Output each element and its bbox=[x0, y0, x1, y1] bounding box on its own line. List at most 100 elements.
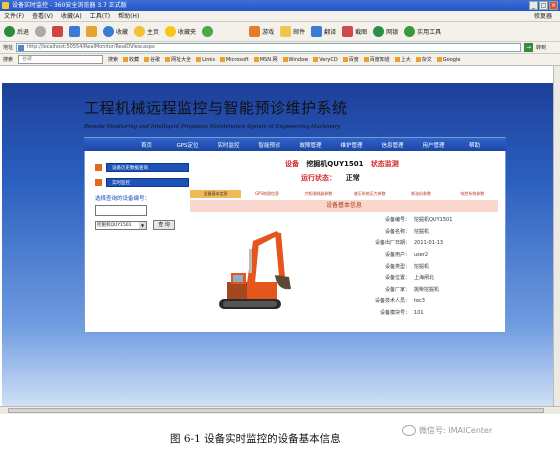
address-label: 地址 bbox=[3, 45, 14, 51]
nav-user[interactable]: 用户管理 bbox=[413, 141, 454, 149]
nav-help[interactable]: 帮助 bbox=[454, 141, 495, 149]
fav-item-6[interactable]: Window bbox=[282, 57, 308, 63]
device-select[interactable]: 挖掘机QUY1501 ▼ bbox=[95, 221, 147, 230]
scroll-thumb[interactable] bbox=[8, 408, 544, 413]
forward-arrow-icon bbox=[35, 26, 47, 37]
tools-button[interactable]: 实用工具 bbox=[404, 25, 441, 39]
menu-view[interactable]: 查看(V) bbox=[32, 11, 53, 21]
info-row: 设备名称： 挖掘机 bbox=[384, 228, 430, 235]
history-query-button[interactable]: 设备历史数据查询 bbox=[106, 163, 189, 172]
side-item-history[interactable]: 设备历史数据查询 bbox=[95, 163, 189, 172]
fav-item-11[interactable]: 杂文 bbox=[415, 56, 432, 63]
repair-link[interactable]: 修复器 bbox=[534, 11, 552, 22]
fav-item-5[interactable]: MSN 网 bbox=[253, 56, 278, 63]
nav-home[interactable]: 首页 bbox=[126, 141, 167, 149]
menu-tools[interactable]: 工具(T) bbox=[90, 11, 110, 21]
close-button[interactable]: × bbox=[549, 1, 558, 10]
vertical-scrollbar[interactable] bbox=[553, 66, 560, 406]
wechat-icon bbox=[402, 425, 416, 436]
mail-icon bbox=[280, 26, 292, 37]
screenshot-button[interactable]: 截图 bbox=[342, 25, 367, 39]
realtime-monitor-button[interactable]: 实时监控 bbox=[106, 178, 189, 187]
stop-icon bbox=[52, 26, 64, 37]
nav-maintenance[interactable]: 维护管理 bbox=[331, 141, 372, 149]
search-button[interactable]: 搜索 bbox=[108, 56, 118, 63]
menu-favorites[interactable]: 收藏(A) bbox=[61, 11, 82, 21]
address-input[interactable]: http://localhost:50554/RealMonitor/RealD… bbox=[16, 43, 522, 52]
favorite-icon bbox=[342, 57, 348, 62]
fav-item-8[interactable]: 百度 bbox=[342, 56, 359, 63]
horizontal-scrollbar[interactable] bbox=[0, 406, 560, 414]
nav-fault[interactable]: 故障管理 bbox=[290, 141, 331, 149]
undo-button[interactable]: 收藏 bbox=[103, 25, 128, 39]
favorite-icon bbox=[219, 57, 225, 62]
tab-torque-limiter[interactable]: 力矩限制器参数 bbox=[293, 190, 344, 198]
translate-button[interactable]: 翻译 bbox=[311, 25, 336, 39]
device-header: 设备 挖掘机QUY1501 状态监测 bbox=[285, 160, 399, 168]
tools-icon bbox=[404, 26, 416, 37]
fav-item-10[interactable]: 上大 bbox=[394, 56, 411, 63]
fav-item-9[interactable]: 百度知道 bbox=[363, 56, 390, 63]
nav-info[interactable]: 信息管理 bbox=[372, 141, 413, 149]
stop-button[interactable] bbox=[52, 25, 64, 39]
maximize-button[interactable]: □ bbox=[539, 1, 548, 10]
side-item-realtime[interactable]: 实时监控 bbox=[95, 178, 189, 187]
figure-caption: 图 6-1 设备实时监控的设备基本信息 bbox=[170, 433, 341, 445]
tab-basic-info[interactable]: 设备基本信息 bbox=[190, 190, 242, 198]
forward-button[interactable] bbox=[35, 25, 47, 39]
favorite-icon bbox=[253, 57, 259, 62]
go-button[interactable]: → bbox=[524, 43, 534, 52]
menu-bar: 文件(F) 查看(V) 收藏(A) 工具(T) 帮助(H) 修复器 bbox=[0, 11, 560, 22]
refresh-button[interactable] bbox=[69, 25, 81, 39]
fav-item-4[interactable]: Microsoft bbox=[219, 57, 249, 63]
query-label: 选择查询的设备编号： bbox=[95, 196, 151, 202]
homepage-button[interactable]: 主页 bbox=[134, 25, 159, 39]
bank-button[interactable]: 网银 bbox=[373, 25, 398, 39]
minimize-button[interactable]: _ bbox=[529, 1, 538, 10]
clock-icon bbox=[202, 26, 214, 37]
favorite-icon bbox=[196, 57, 202, 62]
chevron-down-icon[interactable]: ▼ bbox=[139, 222, 146, 229]
fav-item-2[interactable]: 网址大全 bbox=[165, 56, 191, 63]
tab-electric-control[interactable]: 电控系统参数 bbox=[447, 190, 498, 198]
star-icon bbox=[165, 26, 177, 37]
home-icon bbox=[86, 26, 98, 37]
tab-diesel[interactable]: 柴油机参数 bbox=[395, 190, 446, 198]
nav-realtime[interactable]: 实时监控 bbox=[208, 141, 249, 149]
favorite-icon bbox=[123, 57, 129, 62]
page-icon bbox=[18, 45, 25, 51]
fav-item-3[interactable]: Links bbox=[196, 57, 215, 63]
orange-square-icon bbox=[95, 164, 102, 171]
device-name: 挖掘机QUY1501 bbox=[306, 160, 364, 168]
nav-gps[interactable]: GPS定位 bbox=[167, 141, 208, 149]
fav-item-7[interactable]: VeryCD bbox=[313, 57, 338, 63]
games-button[interactable]: 游戏 bbox=[249, 25, 274, 39]
search-label: 搜索 bbox=[3, 57, 14, 63]
menu-help[interactable]: 帮助(H) bbox=[118, 11, 139, 21]
go-label[interactable]: 转到 bbox=[536, 44, 546, 51]
mail-button[interactable]: 邮件 bbox=[280, 25, 305, 39]
back-button[interactable]: 后退 bbox=[4, 25, 29, 39]
device-select-value: 挖掘机QUY1501 bbox=[97, 223, 132, 228]
favorite-icon bbox=[313, 57, 319, 62]
history-button[interactable] bbox=[202, 25, 214, 39]
query-button[interactable]: 查 询 bbox=[153, 220, 175, 230]
info-tabs: 设备基本信息 GPS地理信息 力矩限制器参数 液压系统压力参数 柴油机参数 电控… bbox=[190, 190, 498, 198]
excavator-image bbox=[219, 231, 291, 309]
run-status-value: 正常 bbox=[345, 174, 360, 182]
fav-item-12[interactable]: Google bbox=[436, 57, 460, 63]
favorites-button[interactable]: 收藏夹 bbox=[165, 25, 196, 39]
nav-prognosis[interactable]: 智能预诊 bbox=[249, 141, 290, 149]
fav-item-0[interactable]: 收藏 bbox=[123, 56, 139, 63]
menu-file[interactable]: 文件(F) bbox=[4, 11, 24, 21]
query-input[interactable] bbox=[95, 205, 147, 216]
search-input[interactable]: 谷歌 bbox=[18, 55, 104, 64]
home-button[interactable] bbox=[86, 25, 98, 39]
info-row: 设备厂家： 挑柴挖掘机 bbox=[384, 286, 440, 293]
watermark: 微信号: IMAICenter bbox=[402, 425, 492, 436]
tab-gps[interactable]: GPS地理信息 bbox=[241, 190, 292, 198]
favorite-icon bbox=[282, 57, 288, 62]
tab-hydraulic[interactable]: 液压系统压力参数 bbox=[344, 190, 395, 198]
fav-item-1[interactable]: 谷歌 bbox=[144, 56, 160, 63]
main-nav: 首页 GPS定位 实时监控 智能预诊 故障管理 维护管理 信息管理 用户管理 帮… bbox=[84, 138, 506, 151]
